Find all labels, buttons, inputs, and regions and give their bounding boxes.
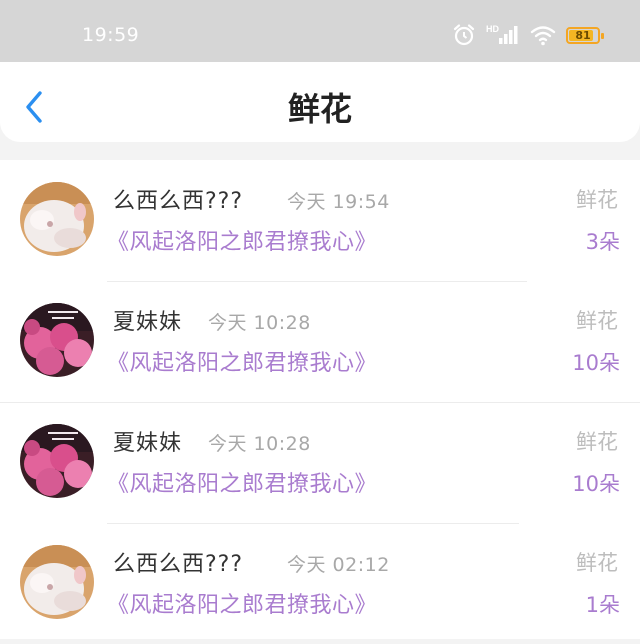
alarm-icon — [453, 24, 475, 46]
list-item[interactable]: 夏妹妹 今天 10:28 《风起洛阳之郎君撩我心》 鲜花 10朵 — [0, 402, 640, 523]
book-title[interactable]: 《风起洛阳之郎君撩我心》 — [107, 587, 377, 619]
gift-time: 今天 10:28 — [208, 312, 311, 334]
gift-count: 10朵 — [572, 472, 620, 496]
book-title[interactable]: 《风起洛阳之郎君撩我心》 — [107, 466, 377, 498]
blossom-avatar-image — [20, 303, 94, 377]
gift-time: 今天 19:54 — [287, 191, 390, 213]
divider — [0, 402, 640, 403]
sender-name: 么西么西??? — [113, 552, 244, 577]
avatar[interactable] — [20, 182, 94, 256]
blossom-avatar-image — [20, 424, 94, 498]
signal-icon: HD — [486, 24, 518, 44]
book-title[interactable]: 《风起洛阳之郎君撩我心》 — [107, 224, 377, 256]
battery-icon: 81 — [566, 26, 604, 44]
sender-name: 夏妹妹 — [113, 310, 183, 335]
list-item[interactable]: 么西么西??? 今天 19:54 《风起洛阳之郎君撩我心》 鲜花 3朵 — [0, 160, 640, 281]
kitten-avatar-image — [20, 182, 94, 256]
gift-list: 么西么西??? 今天 19:54 《风起洛阳之郎君撩我心》 鲜花 3朵 夏妹妹 … — [0, 160, 640, 639]
hd-label: HD — [486, 24, 499, 34]
avatar[interactable] — [20, 424, 94, 498]
list-item[interactable]: 么西么西??? 今天 02:12 《风起洛阳之郎君撩我心》 鲜花 1朵 — [0, 523, 640, 644]
gift-time: 今天 10:28 — [208, 433, 311, 455]
gift-type: 鲜花 — [576, 551, 618, 575]
page-title: 鲜花 — [287, 90, 352, 128]
battery-level: 81 — [575, 28, 591, 42]
divider — [107, 281, 527, 282]
avatar[interactable] — [20, 303, 94, 377]
gift-count: 3朵 — [585, 230, 620, 254]
status-icons: HD 81 — [452, 22, 604, 48]
gift-type: 鲜花 — [576, 188, 618, 212]
sender-name: 夏妹妹 — [113, 431, 183, 456]
divider — [107, 523, 519, 524]
status-time: 19:59 — [82, 24, 140, 46]
gift-type: 鲜花 — [576, 309, 618, 333]
sender-name: 么西么西??? — [113, 189, 244, 214]
status-bar: 19:59 HD 81 — [0, 0, 640, 62]
nav-bar: 鲜花 — [0, 62, 640, 142]
avatar[interactable] — [20, 545, 94, 619]
gift-time: 今天 02:12 — [287, 554, 390, 576]
book-title[interactable]: 《风起洛阳之郎君撩我心》 — [107, 345, 377, 377]
gift-count: 1朵 — [585, 593, 620, 617]
gift-type: 鲜花 — [576, 430, 618, 454]
list-item[interactable]: 夏妹妹 今天 10:28 《风起洛阳之郎君撩我心》 鲜花 10朵 — [0, 281, 640, 402]
wifi-icon — [530, 26, 556, 46]
kitten-avatar-image — [20, 545, 94, 619]
gift-count: 10朵 — [572, 351, 620, 375]
